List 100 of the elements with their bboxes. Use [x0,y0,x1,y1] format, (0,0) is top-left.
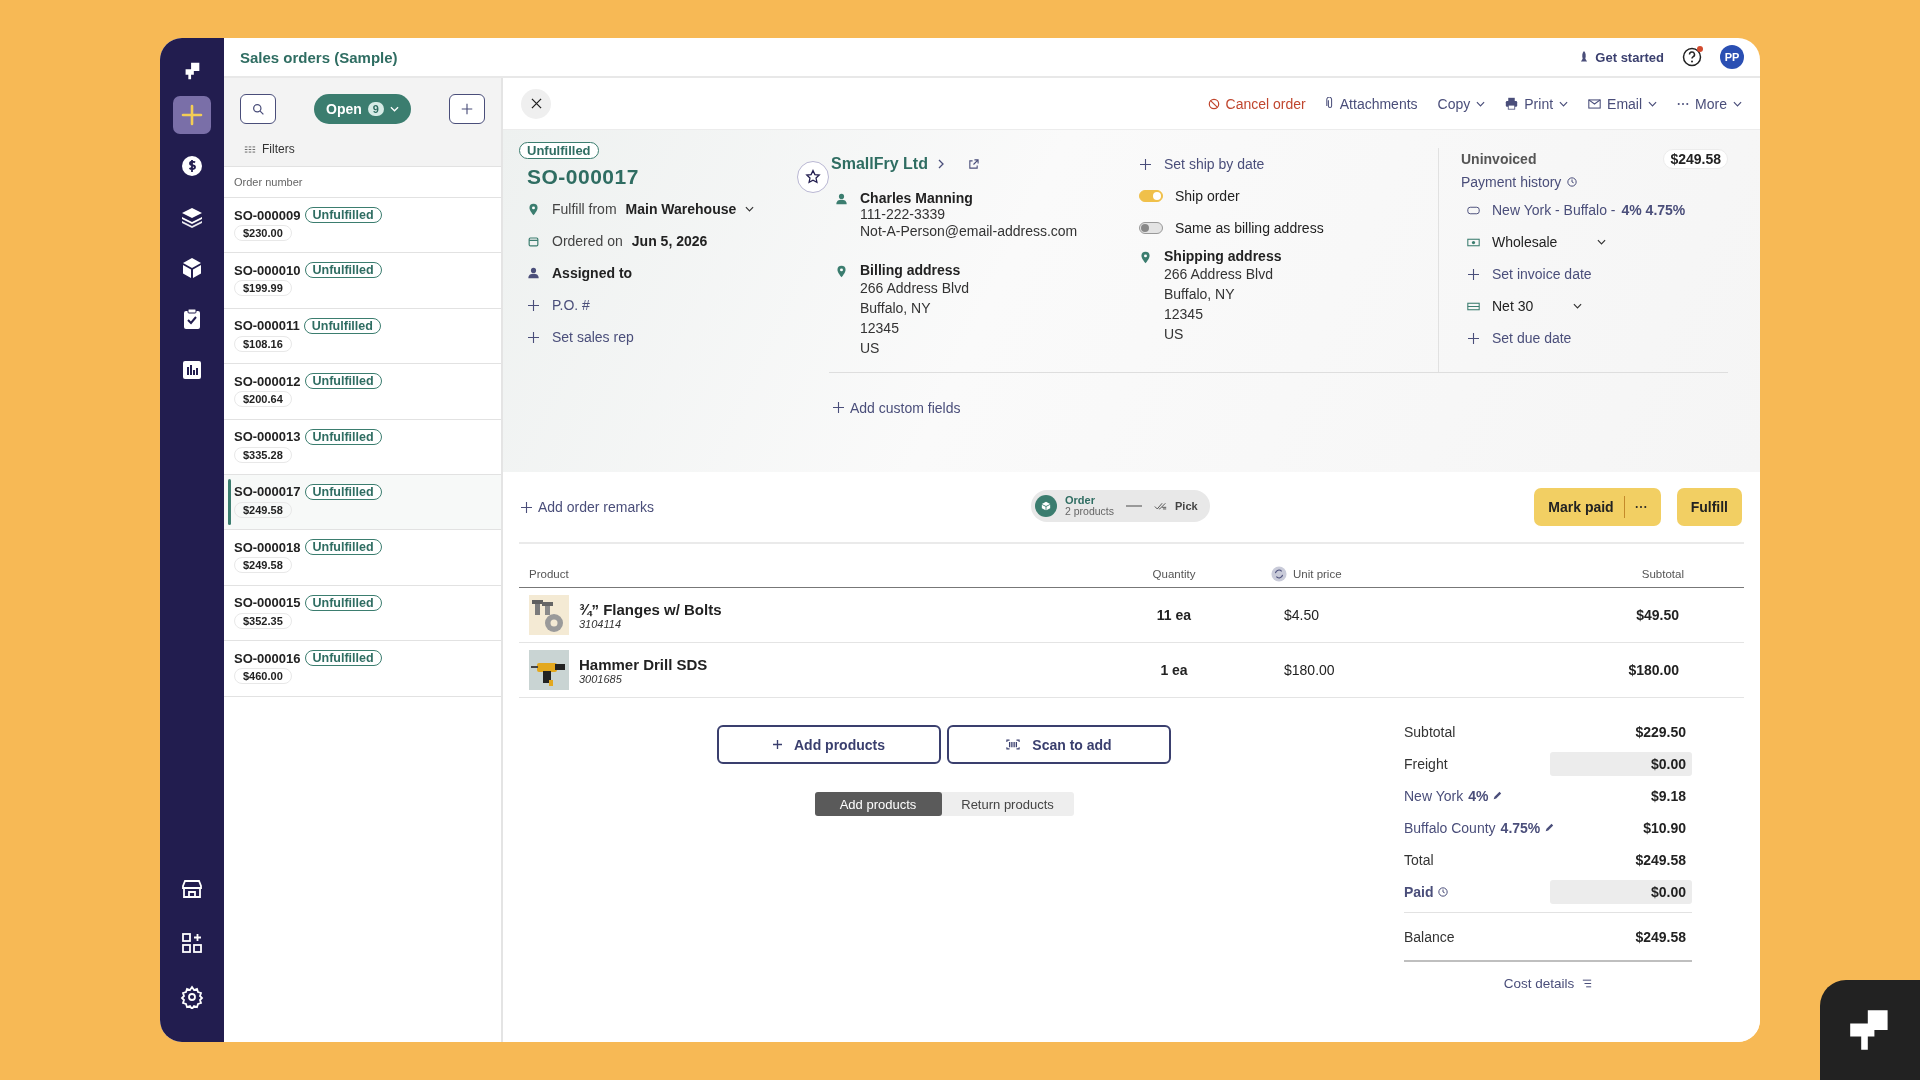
filters-button[interactable]: Filters [244,142,295,156]
address-line: 12345 [1164,305,1203,324]
toolbar-action[interactable]: More [1677,95,1742,112]
toolbar-action[interactable]: Print [1505,95,1569,112]
mode-tab[interactable]: Add products [814,792,942,816]
chevron-down-icon [1597,239,1607,245]
invoice-amount: $249.58 [1663,149,1728,169]
dollar-icon [180,154,204,178]
address-line: US [860,339,880,358]
total-label: Subtotal [1404,724,1456,740]
product-name[interactable]: Hammer Drill SDS [579,655,708,673]
search-button[interactable] [240,94,276,124]
close-button[interactable] [521,88,551,119]
column-header: Order number [224,166,501,198]
column-header: Unit price [1293,567,1342,580]
refresh-icon[interactable] [1271,565,1287,582]
amount-field[interactable]: $0.00 [1550,880,1692,904]
table-cell-text: $49.50 [1635,607,1680,623]
filter-icon [244,144,256,154]
payment-terms-dropdown[interactable]: Net 30 [1492,298,1583,314]
tax-line-link[interactable]: Buffalo County 4.75% [1404,820,1555,836]
plus-icon [527,299,540,311]
help-icon[interactable] [1682,47,1702,67]
add-products-button[interactable]: Add products [717,725,941,764]
total-value: $10.90 [1643,820,1687,836]
order-list-item[interactable]: SO-000016 Unfulfilled $460.00 [224,641,501,697]
add-remarks-button[interactable]: Add order remarks [521,499,654,515]
order-list-item[interactable]: SO-000013 Unfulfilled $335.28 [224,419,501,475]
nav-item[interactable] [173,96,211,134]
grid-plus-icon [180,931,204,955]
customer-link[interactable]: SmallFry Ltd [831,155,928,173]
order-list-item[interactable]: SO-000012 Unfulfilled $200.64 [224,364,501,420]
location-pin-icon [835,265,848,278]
assignee-field[interactable]: Assigned to [552,265,633,281]
more-icon[interactable] [1634,505,1647,509]
shipping-address-heading: Shipping address [1164,248,1282,264]
due-date-button[interactable]: Set due date [1492,330,1572,346]
chevron-right-icon [937,159,944,169]
store-icon [180,877,204,901]
fulfill-button[interactable]: Fulfill [1676,488,1742,526]
mark-paid-button[interactable]: Mark paid [1548,499,1614,515]
star-icon [805,169,821,185]
order-list-item[interactable]: SO-000011 Unfulfilled $108.16 [224,308,501,365]
price-list-dropdown[interactable]: Wholesale [1492,234,1607,250]
plus-icon [773,740,782,749]
order-list-item[interactable]: SO-000017 Unfulfilled $249.58 [224,474,501,531]
address-line: 12345 [860,319,899,338]
table-cell-text: $4.50 [1283,607,1321,623]
toggle-switch[interactable] [1139,190,1163,202]
order-list-item[interactable]: SO-000009 Unfulfilled $230.00 [224,198,501,254]
order-list-item[interactable]: SO-000010 Unfulfilled $199.99 [224,253,501,309]
balance-label: Balance [1404,928,1455,945]
user-avatar[interactable]: PP [1720,45,1744,69]
order-list-item[interactable]: SO-000018 Unfulfilled $249.58 [224,530,501,586]
ship-by-date-button[interactable]: Set ship by date [1164,156,1265,172]
page-title: Sales orders (Sample) [240,48,398,66]
box-icon [1035,495,1057,517]
scan-to-add-button[interactable]: Scan to add [947,725,1171,764]
toolbar-action[interactable]: Attachments [1325,95,1418,112]
plus-icon [1467,332,1480,344]
payment-history-link[interactable]: Payment history [1461,174,1578,190]
invoice-date-button[interactable]: Set invoice date [1492,266,1592,282]
toolbar-action[interactable]: Cancel order [1207,95,1306,112]
step-subtitle: 2 products [1065,506,1115,517]
toolbar-action[interactable]: Email [1588,95,1658,112]
cash-icon [1467,237,1480,247]
add-button[interactable] [449,94,485,124]
clock-icon [1567,177,1578,187]
toggle-switch[interactable] [1139,222,1163,234]
product-name[interactable]: ¾” Flanges w/ Bolts [579,600,722,618]
external-link-icon[interactable] [967,158,979,170]
address-line: Buffalo, NY [860,299,931,318]
product-sku: 3001685 [579,672,622,685]
get-started-link[interactable]: Get started [1577,49,1664,65]
add-custom-fields-button[interactable]: Add custom fields [833,399,961,416]
tax-line-link[interactable]: New York 4% [1404,788,1503,804]
mode-tab[interactable]: Return products [941,792,1074,816]
cost-details-link[interactable]: Cost details [1503,976,1593,991]
paid-link[interactable]: Paid [1404,884,1448,900]
chevron-down-icon [1573,303,1583,309]
billing-address-heading: Billing address [860,262,961,278]
more-icon [1677,101,1690,106]
tax-rate-link[interactable]: New York - Buffalo - 4% 4.75% [1492,202,1686,218]
plus-icon [1139,158,1152,170]
plus-icon [1467,268,1480,280]
warehouse-dropdown[interactable]: Fulfill from Main Warehouse [552,201,755,217]
favorite-button[interactable] [797,161,829,193]
status-badge: Unfulfilled [519,142,599,159]
po-number-button[interactable]: P.O. # [552,297,590,313]
sales-rep-button[interactable]: Set sales rep [552,329,634,345]
toolbar-action[interactable]: Copy [1437,95,1486,112]
status-filter-dropdown[interactable]: Open 9 [314,94,411,124]
amount-field[interactable]: $0.00 [1550,752,1692,776]
address-line: 266 Address Blvd [860,279,969,298]
plus-icon [460,102,474,116]
close-icon [530,98,542,109]
plus-icon [527,331,540,343]
tag-icon [1467,205,1480,215]
order-list-item[interactable]: SO-000015 Unfulfilled $352.35 [224,585,501,642]
toggle-label: Ship order [1175,187,1240,205]
